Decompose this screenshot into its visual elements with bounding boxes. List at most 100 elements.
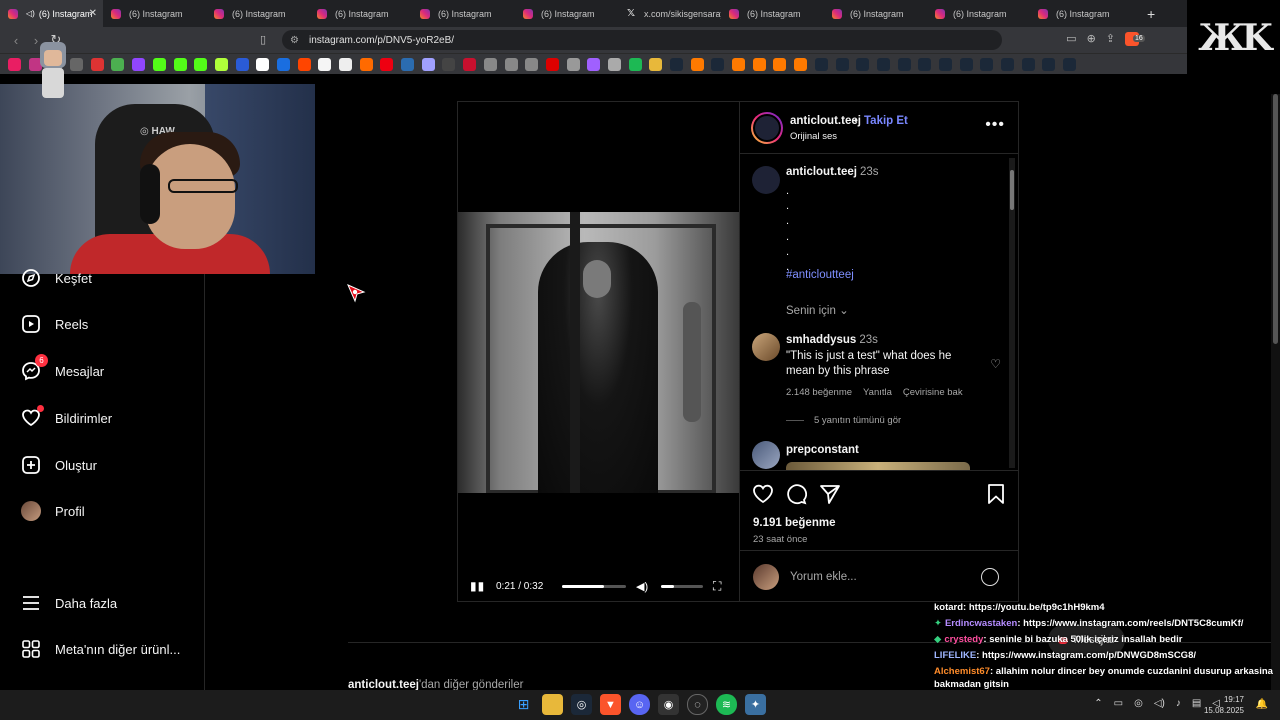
obs-icon[interactable]: ◉: [658, 694, 679, 715]
video-frame[interactable]: [458, 212, 739, 493]
bookmark-favicon-icon[interactable]: [794, 57, 808, 71]
bookmark-favicon-icon[interactable]: [276, 57, 290, 71]
bookmark-favicon-icon[interactable]: [938, 57, 952, 71]
close-tab-icon[interactable]: ✕: [89, 8, 97, 19]
browser-tab[interactable]: ◁) (6) Instagram ✕: [0, 0, 103, 27]
fullscreen-icon[interactable]: ⛶: [713, 579, 721, 594]
bookmark-favicon-icon[interactable]: [194, 57, 208, 71]
bookmark-favicon-icon[interactable]: [670, 57, 683, 71]
bookmark-favicon-icon[interactable]: [8, 57, 21, 71]
bookmark-favicon-icon[interactable]: [463, 57, 477, 71]
sidebar-item-more[interactable]: Daha fazla: [20, 592, 117, 614]
extension-badge[interactable]: 16: [1133, 35, 1145, 42]
zoom-icon[interactable]: ⊕: [1087, 32, 1096, 46]
bookmark-favicon-icon[interactable]: [1063, 57, 1077, 71]
comment-username[interactable]: prepconstant: [786, 444, 859, 456]
bookmark-favicon-icon[interactable]: [421, 57, 435, 71]
volume-icon[interactable]: ◀): [636, 580, 648, 593]
browser-tab[interactable]: (6) Instagram: [206, 0, 309, 27]
bookmark-favicon-icon[interactable]: [773, 57, 787, 71]
browser-tab[interactable]: (6) Instagram: [412, 0, 515, 27]
system-clock[interactable]: 19:17 15.08.2025: [1204, 694, 1244, 716]
story-ring-avatar[interactable]: [751, 112, 783, 144]
tray-display-icon[interactable]: ▭: [1114, 698, 1123, 709]
site-settings-icon[interactable]: ⚙: [290, 35, 299, 46]
tray-network-icon[interactable]: ▤: [1192, 698, 1201, 709]
bookmark-favicon-icon[interactable]: [380, 57, 394, 71]
bookmark-favicon-icon[interactable]: [607, 57, 621, 71]
bookmark-favicon-icon[interactable]: [442, 57, 456, 71]
bookmark-favicon-icon[interactable]: [1042, 57, 1056, 71]
browser-tab[interactable]: (6) Instagram: [309, 0, 412, 27]
bookmark-favicon-icon[interactable]: [752, 57, 766, 71]
bookmark-favicon-icon[interactable]: [70, 57, 84, 71]
bookmark-favicon-icon[interactable]: [814, 57, 828, 71]
sidebar-item-notifications[interactable]: Bildirimler: [20, 405, 112, 429]
sidebar-item-create[interactable]: Oluştur: [20, 454, 97, 476]
bookmark-favicon-icon[interactable]: [566, 57, 580, 71]
audio-label[interactable]: Orijinal ses: [790, 131, 837, 142]
chat-username[interactable]: crystedy: [944, 634, 983, 645]
browser-tab[interactable]: (6) Instagram: [1030, 0, 1133, 27]
bookmark-favicon-icon[interactable]: [918, 57, 932, 71]
url-field[interactable]: ⚙ instagram.com/p/DNV5-yoR2eB/: [282, 30, 1002, 50]
bookmark-favicon-icon[interactable]: [297, 57, 311, 71]
notification-bell-icon[interactable]: 🔔: [1256, 699, 1268, 710]
new-tab-button[interactable]: +: [1133, 0, 1169, 27]
comment-like-icon[interactable]: ♡: [990, 357, 1001, 371]
bookmark-page-icon[interactable]: ▯: [260, 33, 266, 46]
emoji-icon[interactable]: [981, 568, 999, 586]
spotify-icon[interactable]: ≋: [716, 694, 737, 715]
bookmark-favicon-icon[interactable]: [214, 57, 228, 71]
caption-username[interactable]: anticlout.teej 23s: [786, 166, 878, 178]
bookmark-favicon-icon[interactable]: [318, 57, 332, 71]
app-icon[interactable]: ◌: [687, 694, 708, 715]
comment-likes[interactable]: 2.148 beğenme: [786, 387, 852, 398]
share-icon[interactable]: [819, 483, 841, 505]
bookmark-favicon-icon[interactable]: [1021, 57, 1035, 71]
bookmark-favicon-icon[interactable]: [732, 57, 746, 71]
translate-button[interactable]: Çevirisine bak: [903, 387, 963, 398]
chat-username[interactable]: kotard: [934, 602, 963, 613]
bookmark-favicon-icon[interactable]: [545, 57, 559, 71]
sort-dropdown[interactable]: Senin için ⌄: [786, 303, 849, 317]
chat-username[interactable]: LIFELIKE: [934, 650, 976, 661]
sidebar-item-reels[interactable]: Reels: [20, 313, 88, 335]
bookmark-favicon-icon[interactable]: [256, 57, 270, 71]
bookmark-favicon-icon[interactable]: [897, 57, 911, 71]
post-username[interactable]: anticlout.teej: [790, 115, 861, 127]
bookmark-favicon-icon[interactable]: [235, 57, 249, 71]
comment-image[interactable]: [786, 462, 970, 470]
tray-mic-icon[interactable]: ♪: [1176, 698, 1181, 709]
pause-icon[interactable]: ▮▮: [470, 579, 485, 593]
bookmark-favicon-icon[interactable]: [649, 57, 663, 71]
bookmark-favicon-icon[interactable]: [628, 57, 642, 71]
sidebar-item-meta-products[interactable]: Meta'nın diğer ürünl...: [20, 638, 180, 660]
bookmark-favicon-icon[interactable]: [111, 57, 125, 71]
bookmark-favicon-icon[interactable]: [504, 57, 518, 71]
browser-tab[interactable]: (6) Instagram: [721, 0, 824, 27]
bookmark-favicon-icon[interactable]: [959, 57, 973, 71]
audio-playing-icon[interactable]: ◁): [26, 9, 35, 18]
sidebar-item-messages[interactable]: 6 Mesajlar: [20, 354, 104, 382]
tray-speaker-icon[interactable]: ◁): [1154, 698, 1165, 709]
save-icon[interactable]: [985, 483, 1007, 505]
bookmark-favicon-icon[interactable]: [980, 57, 994, 71]
bookmark-favicon-icon[interactable]: [339, 57, 352, 71]
comment-avatar[interactable]: [752, 441, 780, 469]
follow-button[interactable]: Takip Et: [864, 115, 908, 127]
video-player[interactable]: ▮▮ 0:21 / 0:32 ◀) ⛶: [458, 102, 739, 601]
tray-steam-icon[interactable]: ◎: [1134, 698, 1143, 709]
comment-avatar[interactable]: [752, 333, 780, 361]
browser-tab[interactable]: (6) Instagram: [927, 0, 1030, 27]
bookmark-favicon-icon[interactable]: [711, 57, 725, 71]
bookmark-favicon-icon[interactable]: [173, 57, 187, 71]
bookmark-favicon-icon[interactable]: [401, 57, 415, 71]
bookmark-favicon-icon[interactable]: [856, 57, 870, 71]
bookmark-favicon-icon[interactable]: [835, 57, 849, 71]
sidebar-item-profile[interactable]: Profil: [20, 500, 85, 522]
comment-icon[interactable]: [785, 483, 807, 505]
browser-tab[interactable]: (6) Instagram: [515, 0, 618, 27]
bookmark-favicon-icon[interactable]: [1001, 57, 1014, 71]
caption-hashtag[interactable]: #anticloutteej: [786, 269, 854, 281]
